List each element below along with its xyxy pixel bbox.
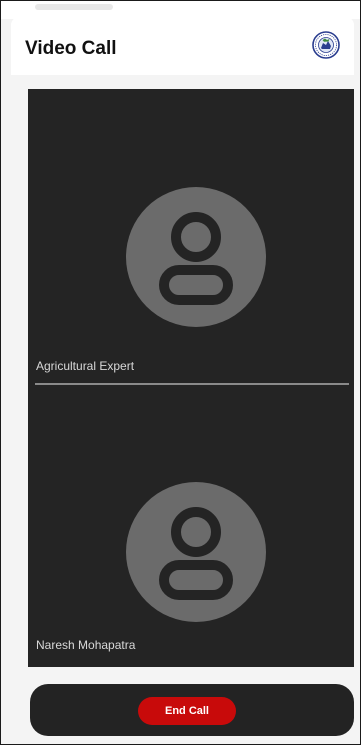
person-avatar-icon <box>126 187 266 327</box>
participant-name: Naresh Mohapatra <box>36 638 136 652</box>
page-title: Video Call <box>25 38 117 59</box>
end-call-button[interactable]: End Call <box>138 697 236 725</box>
tile-divider <box>35 383 349 385</box>
participant-tile[interactable]: Naresh Mohapatra <box>28 386 354 667</box>
status-bar-ghost <box>35 4 113 10</box>
call-control-bar: End Call <box>30 684 354 736</box>
participant-name: Agricultural Expert <box>36 359 135 373</box>
state-emblem-icon <box>312 31 340 59</box>
person-avatar-icon <box>126 482 266 622</box>
video-call-screen: Video Call Agricultural Expert Naresh Mo… <box>0 0 361 745</box>
participant-tile[interactable]: Agricultural Expert <box>28 89 354 384</box>
video-grid: Agricultural Expert Naresh Mohapatra <box>28 89 354 667</box>
